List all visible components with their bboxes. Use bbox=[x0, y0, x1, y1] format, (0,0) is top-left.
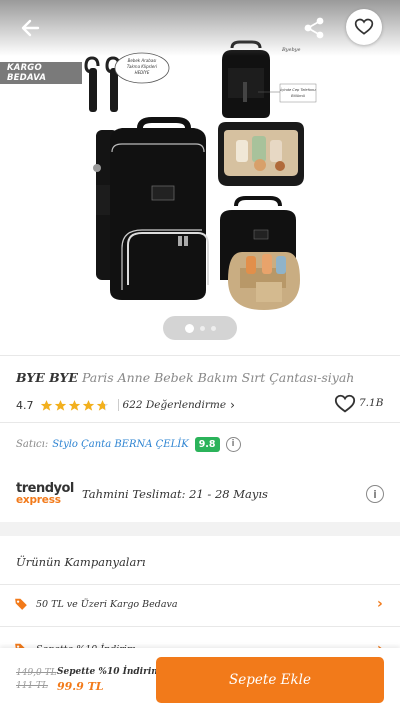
star-partial-icon bbox=[96, 399, 108, 411]
promo-label: Sepette %10 İndirim bbox=[57, 667, 161, 677]
section-spacer bbox=[0, 522, 400, 536]
seller-score-badge: 9.8 bbox=[194, 436, 220, 452]
divider bbox=[0, 626, 400, 627]
product-brand[interactable]: BYE BYE bbox=[16, 370, 78, 385]
delivery-section: trendyol express Tahmini Teslimat: 21 - … bbox=[0, 466, 400, 522]
original-price: 149,0 TL bbox=[16, 668, 57, 678]
campaign-item[interactable]: 50 TL ve Üzeri Kargo Bedava › bbox=[0, 585, 400, 625]
pager-dot[interactable] bbox=[199, 325, 205, 331]
stroller-clips-image bbox=[84, 56, 121, 112]
trendyol-express-logo: trendyol express bbox=[16, 482, 78, 506]
info-icon[interactable]: i bbox=[366, 485, 384, 503]
product-name: Paris Anne Bebek Bakım Sırt Çantası-siya… bbox=[81, 370, 355, 385]
share-icon bbox=[304, 17, 324, 39]
star-full-icon bbox=[82, 399, 94, 411]
favorite-button[interactable] bbox=[346, 9, 382, 45]
campaign-label: 50 TL ve Üzeri Kargo Bedava bbox=[36, 599, 178, 610]
campaigns-title: Ürünün Kampanyaları bbox=[16, 555, 146, 569]
seller-row: Satıcı: Stylo Çanta BERNA ÇELİK 9.8 i bbox=[16, 433, 386, 455]
favorite-count: 7.1B bbox=[359, 397, 384, 409]
star-full-icon bbox=[40, 399, 52, 411]
pager-dot-active[interactable] bbox=[184, 323, 194, 333]
side-label: İçinde Cep Telefonu bbox=[280, 87, 316, 92]
seller-label: Satıcı: bbox=[16, 438, 49, 450]
svg-text:Bölümü: Bölümü bbox=[291, 94, 305, 98]
product-title: BYE BYE Paris Anne Bebek Bakım Sırt Çant… bbox=[16, 370, 386, 385]
heart-icon[interactable] bbox=[334, 393, 356, 415]
separator bbox=[117, 399, 119, 411]
estimated-delivery: Tahmini Teslimat: 21 - 28 Mayıs bbox=[82, 487, 268, 501]
open-backpack-image bbox=[220, 196, 300, 310]
discounted-price: 99.9 TL bbox=[57, 680, 104, 693]
rating-stars bbox=[40, 399, 109, 412]
svg-text:HEDİYE: HEDİYE bbox=[135, 70, 150, 75]
add-to-cart-button[interactable]: Sepete Ekle bbox=[156, 657, 384, 703]
arrow-left-icon bbox=[21, 19, 40, 37]
svg-text:Takma Klipsleri: Takma Klipsleri bbox=[127, 64, 158, 69]
product-image-gallery[interactable]: Bebek Arabası Takma Klipsleri HEDİYE Bye… bbox=[0, 0, 400, 355]
divider bbox=[0, 355, 400, 356]
heart-icon bbox=[354, 18, 374, 35]
back-button[interactable] bbox=[18, 14, 46, 42]
gallery-pager[interactable] bbox=[163, 316, 237, 340]
rating-row: 4.7 622 Değerlendirme › 7.1B bbox=[16, 393, 386, 415]
hooks-bubble-label: Bebek Arabası bbox=[128, 58, 157, 63]
star-full-icon bbox=[68, 399, 80, 411]
main-backpack-image bbox=[93, 117, 209, 300]
seller-link[interactable]: Stylo Çanta BERNA ÇELİK bbox=[52, 439, 188, 450]
previous-price: 111 TL bbox=[16, 681, 49, 691]
top-app-bar bbox=[0, 0, 400, 56]
share-button[interactable] bbox=[301, 14, 327, 42]
divider bbox=[0, 422, 400, 423]
pager-dot[interactable] bbox=[210, 325, 216, 331]
chevron-right-icon: › bbox=[377, 596, 383, 612]
logo-text-bottom: express bbox=[16, 494, 61, 506]
rating-value: 4.7 bbox=[16, 398, 34, 412]
chevron-right-icon[interactable]: › bbox=[230, 398, 235, 412]
info-icon[interactable]: i bbox=[225, 436, 241, 452]
free-shipping-badge: KARGO BEDAVA bbox=[0, 62, 82, 84]
tag-icon bbox=[15, 598, 27, 610]
star-full-icon bbox=[54, 399, 66, 411]
interior-view-image bbox=[218, 122, 304, 186]
bottom-action-bar: 149,0 TL 111 TL Sepette %10 İndirim 99.9… bbox=[0, 648, 400, 711]
reviews-link[interactable]: 622 Değerlendirme bbox=[123, 399, 227, 411]
